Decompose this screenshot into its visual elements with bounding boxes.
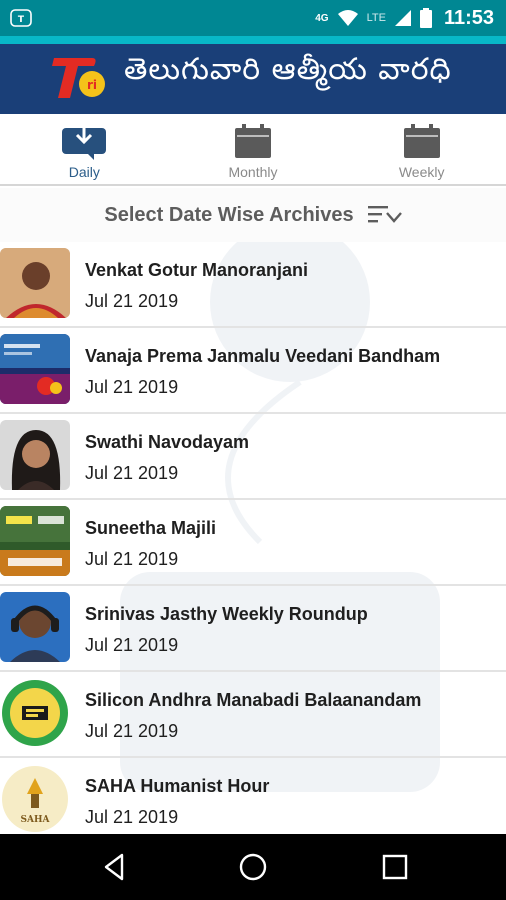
archive-name: Vanaja Prema Janmalu Veedani Bandham xyxy=(85,346,441,366)
swathi-avatar xyxy=(0,420,70,490)
archive-name: SAHA Humanist Hour xyxy=(85,776,270,796)
system-nav-bar xyxy=(0,834,506,900)
archive-name: Venkat Gotur Manoranjani xyxy=(85,260,309,280)
vanaja-program-thumbnail xyxy=(0,334,70,404)
list-item[interactable]: Srinivas Jasthy Weekly Roundup Jul 21 20… xyxy=(0,586,506,672)
wifi-icon xyxy=(337,10,358,26)
list-item[interactable]: Venkat Gotur Manoranjani Jul 21 2019 xyxy=(0,242,506,328)
svg-text:ri: ri xyxy=(87,78,97,92)
archive-tabs: Daily Monthly Weekly xyxy=(0,114,506,186)
calendar-icon xyxy=(235,124,271,158)
archive-date: Jul 21 2019 xyxy=(85,377,179,397)
tori-logo: ri xyxy=(52,58,105,98)
venkat-gotur-avatar xyxy=(0,248,70,318)
archive-date: Jul 21 2019 xyxy=(85,463,179,483)
archive-list: Venkat Gotur Manoranjani Jul 21 2019 Van… xyxy=(0,242,506,834)
manabadi-logo xyxy=(0,678,70,748)
status-clock: 11:53 xyxy=(443,6,494,29)
archive-date: Jul 21 2019 xyxy=(85,635,179,655)
archive-name: Silicon Andhra Manabadi Balaanandam xyxy=(85,690,422,710)
recents-icon[interactable] xyxy=(380,852,410,882)
archive-date: Jul 21 2019 xyxy=(85,291,179,311)
lte-label: LTE xyxy=(366,12,386,24)
status-bar: T 4G LTE 11:53 xyxy=(0,0,506,36)
tab-monthly-label: Monthly xyxy=(228,164,278,180)
list-item[interactable]: SAHA SAHA Humanist Hour Jul 21 2019 xyxy=(0,758,506,834)
list-item[interactable]: Swathi Navodayam Jul 21 2019 xyxy=(0,414,506,500)
svg-text:T: T xyxy=(18,15,25,25)
tab-weekly-label: Weekly xyxy=(398,164,445,180)
download-calendar-icon xyxy=(62,124,107,160)
battery-icon xyxy=(419,8,432,28)
archive-name: Swathi Navodayam xyxy=(85,432,250,452)
archive-date: Jul 21 2019 xyxy=(85,549,179,569)
archives-header-title: Select Date Wise Archives xyxy=(104,203,354,226)
list-item[interactable]: Silicon Andhra Manabadi Balaanandam Jul … xyxy=(0,672,506,758)
app-banner: ri తెలుగువారి ఆత్మీయ వారధి xyxy=(0,36,506,114)
suneetha-majili-thumbnail xyxy=(0,506,70,576)
srinivas-jasthy-avatar xyxy=(0,592,70,662)
saha-logo: SAHA xyxy=(0,764,70,834)
archive-name: Srinivas Jasthy Weekly Roundup xyxy=(85,604,368,624)
tab-daily[interactable]: Daily xyxy=(0,114,169,184)
tab-daily-label: Daily xyxy=(68,164,100,180)
list-item[interactable]: Suneetha Majili Jul 21 2019 xyxy=(0,500,506,586)
signal-icon xyxy=(394,10,411,26)
archive-date: Jul 21 2019 xyxy=(85,807,179,827)
archive-date: Jul 21 2019 xyxy=(85,721,179,741)
tab-monthly[interactable]: Monthly xyxy=(169,114,338,184)
tori-app-icon: T xyxy=(10,9,32,27)
banner-title: తెలుగువారి ఆత్మీయ వారధి xyxy=(124,52,452,87)
home-icon[interactable] xyxy=(238,852,268,882)
archive-name: Suneetha Majili xyxy=(85,518,217,538)
network-type: 4G xyxy=(315,12,329,24)
calendar-icon xyxy=(403,124,440,158)
sort-filter-icon[interactable] xyxy=(367,204,402,226)
saha-logo-caption: SAHA xyxy=(21,815,51,825)
archives-header[interactable]: Select Date Wise Archives xyxy=(0,188,506,242)
tab-weekly[interactable]: Weekly xyxy=(337,114,506,184)
list-item[interactable]: Vanaja Prema Janmalu Veedani Bandham Jul… xyxy=(0,328,506,414)
back-icon[interactable] xyxy=(100,852,130,882)
